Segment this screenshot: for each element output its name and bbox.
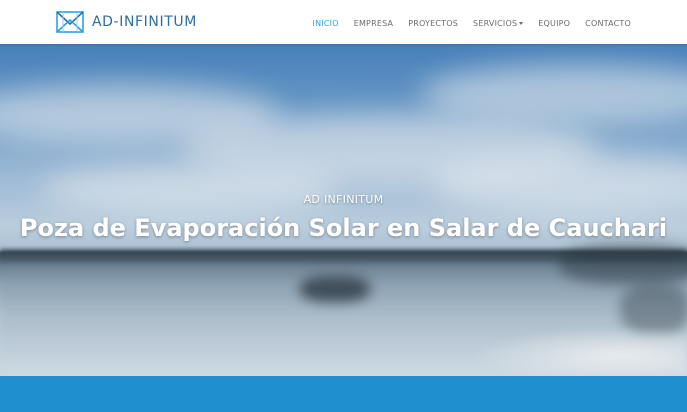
hero-banner: AD INFINITUM Poza de Evaporación Solar e… xyxy=(0,44,687,376)
nav-link-inicio[interactable]: INICIO xyxy=(313,19,339,28)
nav-link-empresa[interactable]: EMPRESA xyxy=(354,19,394,28)
caret-down-icon xyxy=(519,22,524,25)
nav-item-proyectos: PROYECTOS xyxy=(408,13,458,31)
ad-infinitum-logo-icon xyxy=(56,11,84,33)
hero-title: Poza de Evaporación Solar en Salar de Ca… xyxy=(19,214,668,242)
nav-link-contacto[interactable]: CONTACTO xyxy=(585,19,631,28)
nav-link-equipo[interactable]: EQUIPO xyxy=(538,19,570,28)
brand-name: AD-INFINITUM xyxy=(92,14,197,30)
nav-item-servicios: SERVICIOS xyxy=(473,13,524,31)
brand-home-link[interactable]: AD-INFINITUM xyxy=(56,11,197,33)
nav-item-equipo: EQUIPO xyxy=(538,13,570,31)
nav-item-inicio: INICIO xyxy=(313,13,339,31)
accent-band xyxy=(0,376,687,412)
nav-item-empresa: EMPRESA xyxy=(354,13,394,31)
nav-link-servicios-label: SERVICIOS xyxy=(473,19,518,28)
top-navbar: AD-INFINITUM INICIO EMPRESA PROYECTOS SE… xyxy=(0,0,687,44)
nav-link-proyectos[interactable]: PROYECTOS xyxy=(408,19,458,28)
hero-subtitle: AD INFINITUM xyxy=(303,193,384,206)
nav-dropdown-servicios[interactable]: SERVICIOS xyxy=(473,19,524,28)
nav-item-contacto: CONTACTO xyxy=(585,13,631,31)
main-nav: INICIO EMPRESA PROYECTOS SERVICIOS EQUIP… xyxy=(313,0,631,44)
